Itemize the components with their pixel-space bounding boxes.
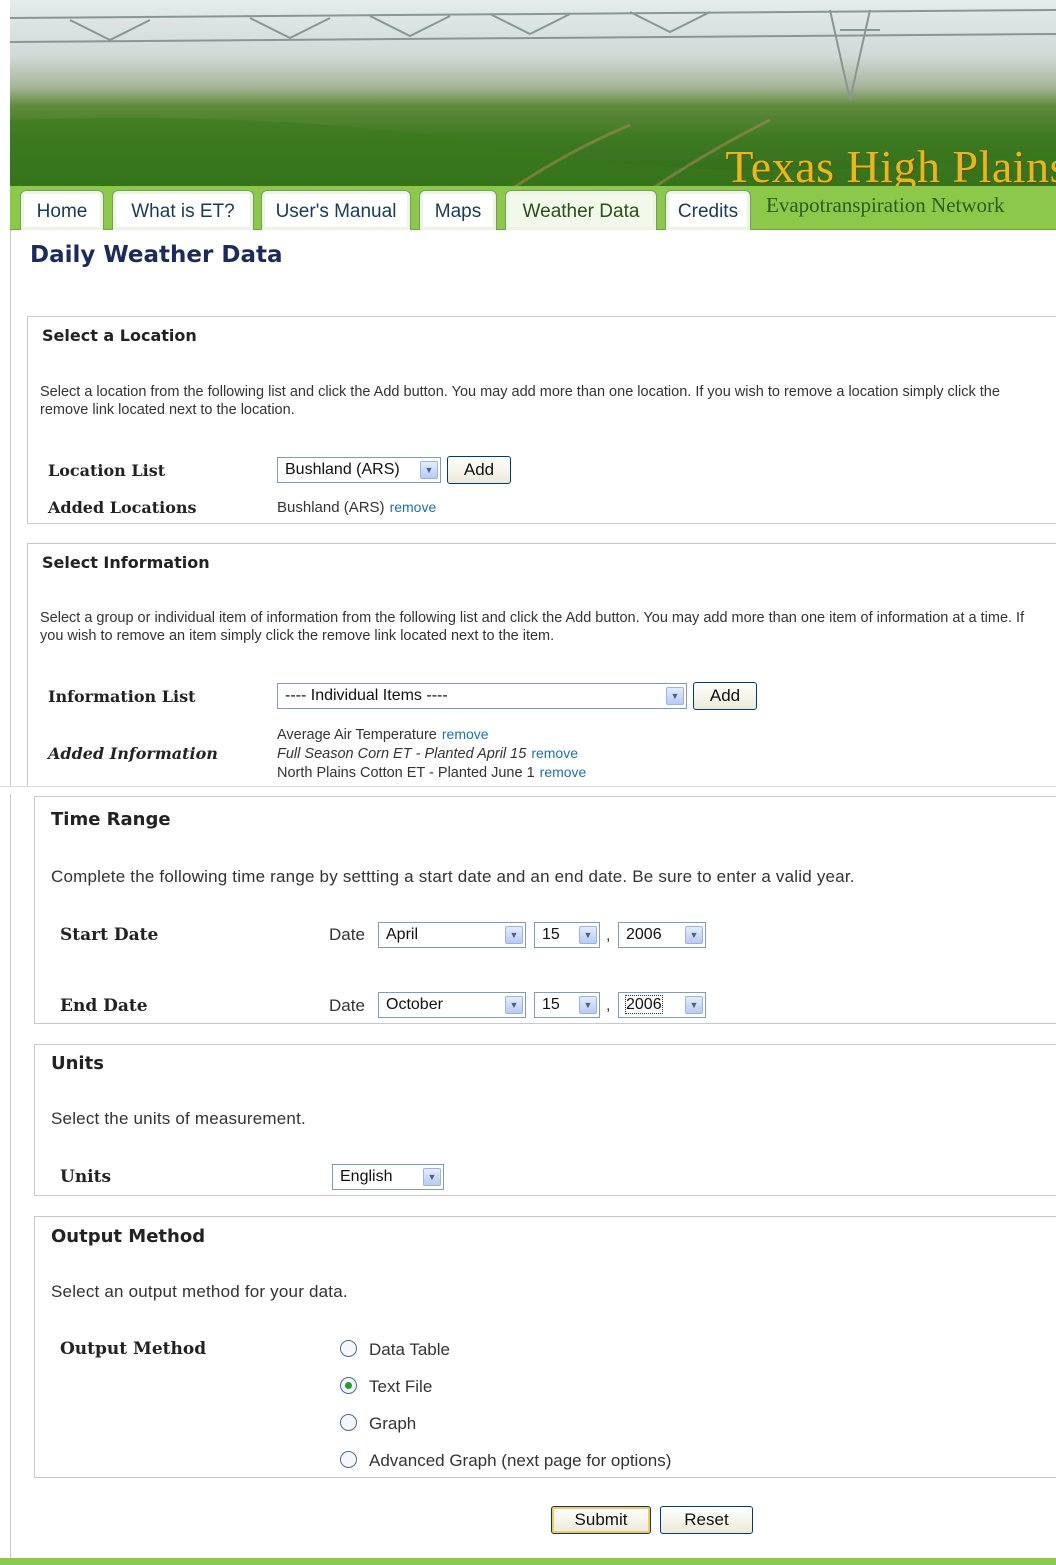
information-list-label: Information List [48, 687, 196, 706]
remove-info-link[interactable]: remove [540, 764, 587, 780]
chevron-down-icon: ▼ [423, 1168, 441, 1186]
end-date-word: Date [329, 996, 365, 1015]
end-year-select[interactable]: 2006 ▼ [618, 992, 706, 1018]
start-month-select[interactable]: April ▼ [378, 922, 526, 948]
screenshot-seam [0, 786, 1056, 794]
chevron-down-icon: ▼ [579, 996, 597, 1014]
output-option-graph[interactable]: Graph [340, 1414, 416, 1434]
start-date-word: Date [329, 925, 365, 944]
radio-button[interactable] [340, 1414, 357, 1431]
output-option-advanced-graph[interactable]: Advanced Graph (next page for options) [340, 1451, 671, 1471]
output-heading: Output Method [51, 1226, 206, 1247]
chevron-down-icon: ▼ [505, 926, 523, 944]
start-date-label: Start Date [60, 925, 159, 945]
start-day-select[interactable]: 15 ▼ [534, 922, 600, 948]
tab-users-manual[interactable]: User's Manual [261, 190, 411, 230]
tab-what-is-et[interactable]: What is ET? [112, 190, 254, 230]
chevron-down-icon: ▼ [579, 926, 597, 944]
units-section: Units Select the units of measurement. U… [34, 1044, 1056, 1196]
date-separator: , [606, 927, 611, 944]
information-heading: Select Information [42, 553, 210, 572]
units-heading: Units [51, 1053, 104, 1074]
end-month-select[interactable]: October ▼ [378, 992, 526, 1018]
reset-button[interactable]: Reset [660, 1506, 753, 1534]
chevron-down-icon: ▼ [666, 687, 684, 705]
units-select[interactable]: English ▼ [332, 1164, 444, 1190]
units-description: Select the units of measurement. [51, 1109, 306, 1128]
chevron-down-icon: ▼ [685, 996, 703, 1014]
end-date-label: End Date [60, 996, 148, 1016]
page-title: Daily Weather Data [30, 242, 283, 268]
time-range-heading: Time Range [51, 809, 171, 830]
added-information-item: Full Season Corn ET - Planted April 15 re… [277, 745, 578, 762]
location-heading: Select a Location [42, 326, 197, 345]
submit-button[interactable]: Submit [551, 1506, 651, 1534]
radio-button-selected[interactable] [340, 1377, 357, 1394]
site-title: Texas High Plains [725, 141, 1056, 190]
chevron-down-icon: ▼ [685, 926, 703, 944]
footer-bar [0, 1558, 1056, 1565]
add-information-button[interactable]: Add [693, 682, 757, 710]
information-description: Select a group or individual item of inf… [40, 610, 1025, 644]
remove-location-link[interactable]: remove [390, 499, 437, 515]
left-border [10, 0, 11, 1565]
tab-weather-data[interactable]: Weather Data [505, 190, 657, 230]
chevron-down-icon: ▼ [505, 996, 523, 1014]
add-location-button[interactable]: Add [447, 456, 511, 484]
remove-info-link[interactable]: remove [531, 745, 578, 761]
radio-button[interactable] [340, 1340, 357, 1357]
added-information-item: Average Air Temperature remove [277, 726, 489, 743]
time-range-section: Time Range Complete the following time r… [34, 796, 1056, 1024]
site-subtitle: Evapotranspiration Network [766, 193, 1005, 217]
output-description: Select an output method for your data. [51, 1282, 348, 1301]
added-information-item: North Plains Cotton ET - Planted June 1r… [277, 764, 587, 781]
added-locations-label: Added Locations [48, 498, 197, 517]
output-option-data-table[interactable]: Data Table [340, 1340, 450, 1360]
header-banner: Texas High Plains [10, 0, 1056, 190]
information-section: Select Information Select a group or ind… [27, 543, 1056, 793]
tab-credits[interactable]: Credits [665, 190, 751, 230]
start-year-select[interactable]: 2006 ▼ [618, 922, 706, 948]
output-section: Output Method Select an output method fo… [34, 1216, 1056, 1478]
information-select[interactable]: ---- Individual Items ---- ▼ [277, 683, 687, 709]
time-range-description: Complete the following time range by set… [51, 867, 855, 886]
added-information-label: Added Information [48, 744, 218, 763]
tab-maps[interactable]: Maps [419, 190, 497, 230]
radio-button[interactable] [340, 1451, 357, 1468]
location-section: Select a Location Select a location from… [27, 316, 1056, 524]
remove-info-link[interactable]: remove [442, 726, 489, 742]
date-separator: , [606, 997, 611, 1014]
added-location-item: Bushland (ARS) remove [277, 499, 437, 516]
output-label: Output Method [60, 1339, 207, 1359]
location-list-label: Location List [48, 461, 166, 480]
chevron-down-icon: ▼ [420, 461, 438, 479]
location-description: Select a location from the following lis… [40, 384, 1000, 418]
output-option-text-file[interactable]: Text File [340, 1377, 432, 1397]
end-day-select[interactable]: 15 ▼ [534, 992, 600, 1018]
location-select[interactable]: Bushland (ARS) ▼ [277, 457, 441, 483]
units-label: Units [60, 1167, 112, 1187]
tab-home[interactable]: Home [20, 190, 104, 230]
